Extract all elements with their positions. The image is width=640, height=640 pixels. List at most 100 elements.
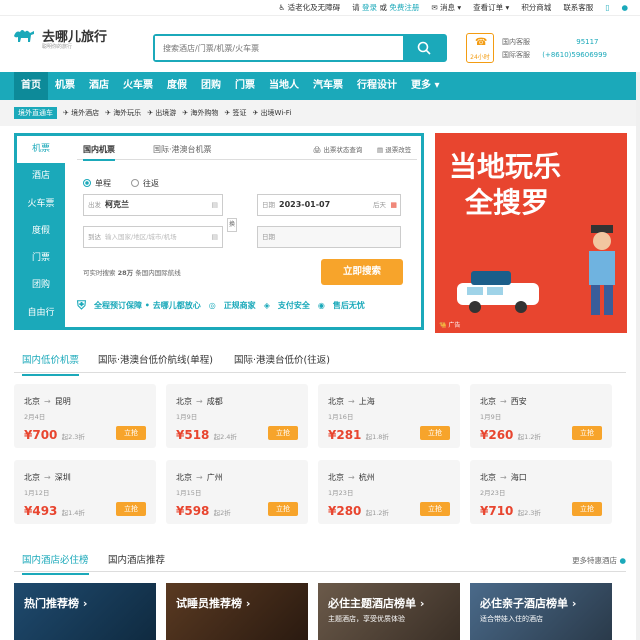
from-field[interactable]: 出发 柯克兰 ▤: [83, 194, 223, 216]
tab-intl-oneway[interactable]: 国际·港澳台低价航线(单程): [98, 352, 213, 366]
date-hint: 后天: [373, 201, 386, 209]
subnav-shopping[interactable]: ✈ 海外购物: [182, 108, 218, 118]
hotel-card[interactable]: 试睡员推荐榜 ›: [166, 583, 308, 640]
register-link[interactable]: 免费注册: [389, 3, 419, 12]
arrow-icon: →: [500, 473, 507, 482]
buy-button[interactable]: 立抢: [268, 426, 298, 440]
camel-icon: [14, 30, 34, 42]
side-tickets[interactable]: 门票: [17, 245, 65, 272]
to-field[interactable]: 到达 输入国家/地区/城市/机场 ▤: [83, 226, 223, 248]
subnav-overseas-play[interactable]: ✈ 海外玩乐: [105, 108, 141, 118]
date-field[interactable]: 日期 2023-01-07 后天 ▦: [257, 194, 401, 216]
status-query-link[interactable]: 🖨 出票状态查询: [313, 144, 362, 154]
search-input[interactable]: [155, 36, 403, 60]
contact-link[interactable]: 联系客服: [563, 2, 593, 13]
fare-card[interactable]: 北京 → 杭州 1月23日 ¥280 起1.2折 立抢: [318, 460, 460, 524]
buy-button[interactable]: 立抢: [420, 502, 450, 516]
oneway-radio[interactable]: 单程: [83, 178, 111, 189]
buy-button[interactable]: 立抢: [572, 502, 602, 516]
roundtrip-radio[interactable]: 往返: [131, 178, 159, 189]
more-hotels-link[interactable]: 更多特惠酒店 ●: [572, 555, 626, 566]
side-vacation[interactable]: 度假: [17, 218, 65, 245]
nav-flights[interactable]: 机票: [48, 72, 82, 100]
refund-link[interactable]: ▤ 退票改签: [377, 144, 411, 154]
subnav-wifi[interactable]: ✈ 出境Wi-Fi: [252, 108, 291, 118]
tab-hotel-recommend[interactable]: 国内酒店推荐: [108, 552, 165, 566]
side-trains[interactable]: 火车票: [17, 191, 65, 218]
nav-vacation[interactable]: 度假: [160, 72, 194, 100]
tab-intl-roundtrip[interactable]: 国际·港澳台低价(往返): [234, 352, 330, 366]
booking-side-menu: 机票 酒店 火车票 度假 门票 团购 自由行: [17, 136, 65, 327]
fare-card[interactable]: 北京 → 成都 1月9日 ¥518 起2.4折 立抢: [166, 384, 308, 448]
accessibility-link[interactable]: ♿ 适老化及无障碍: [279, 2, 341, 13]
nav-home[interactable]: 首页: [14, 72, 48, 100]
points-mall-link[interactable]: 积分商城: [521, 2, 551, 13]
nav-trains[interactable]: 火车票: [116, 72, 160, 100]
tab-hotel-mustlive[interactable]: 国内酒店必住榜: [22, 552, 89, 575]
city-picker-icon[interactable]: ▤: [211, 227, 218, 247]
route-count-hint: 可实时搜索 28万 条国内国际航线: [83, 269, 181, 277]
buy-button[interactable]: 立抢: [572, 426, 602, 440]
subnav-visa[interactable]: ✈ 签证: [224, 108, 246, 118]
nav-groupbuy[interactable]: 团购: [194, 72, 228, 100]
search-icon: [417, 41, 431, 55]
arrow-icon: →: [348, 397, 355, 406]
trip-type: 单程 往返: [83, 178, 159, 189]
auth-links: 请 登录 或 免费注册: [352, 3, 420, 12]
arrow-icon: →: [348, 473, 355, 482]
nav-locals[interactable]: 当地人: [262, 72, 306, 100]
ad-headline: 当地玩乐 全搜罗: [449, 150, 562, 219]
traveler-illustration: [589, 225, 615, 315]
login-link[interactable]: 登录: [362, 3, 377, 12]
fare-card[interactable]: 北京 → 西安 1月9日 ¥260 起1.2折 立抢: [470, 384, 612, 448]
intl-service: 国际客服 (+8610)59606999: [502, 51, 608, 59]
fare-card[interactable]: 北京 → 上海 1月16日 ¥281 起1.8折 立抢: [318, 384, 460, 448]
service-badge: ☎ 24小时: [466, 33, 494, 63]
buy-button[interactable]: 立抢: [116, 502, 146, 516]
mobile-icon[interactable]: ▯: [605, 3, 609, 12]
nav-bus[interactable]: 汽车票: [306, 72, 350, 100]
side-flights[interactable]: 机票: [17, 136, 65, 164]
tab-domestic-flights[interactable]: 国内机票: [83, 144, 115, 161]
swap-button[interactable]: 换: [227, 218, 237, 232]
buy-button[interactable]: 立抢: [420, 426, 450, 440]
guarantee-bar: ⛨ 全程预订保障 • 去哪儿都放心 ◎ 正规商家 ◈ 支付安全 ◉ 售后无忧: [77, 298, 365, 312]
orders-link[interactable]: 查看订单 ▾: [473, 2, 509, 13]
arrow-icon: →: [44, 397, 51, 406]
nav-tickets[interactable]: 门票: [228, 72, 262, 100]
hotel-card[interactable]: 必住亲子酒店榜单 › 适合带娃入住的酒店: [470, 583, 612, 640]
tab-intl-flights[interactable]: 国际·港澳台机票: [153, 144, 212, 155]
side-groupbuy[interactable]: 团购: [17, 272, 65, 299]
nav-hotels[interactable]: 酒店: [82, 72, 116, 100]
fare-card[interactable]: 北京 → 深圳 1月12日 ¥493 起1.4折 立抢: [14, 460, 156, 524]
fare-card[interactable]: 北京 → 广州 1月15日 ¥598 起2折 立抢: [166, 460, 308, 524]
chat-icon[interactable]: ●: [621, 3, 628, 12]
fare-card[interactable]: 北京 → 海口 2月23日 ¥710 起2.3折 立抢: [470, 460, 612, 524]
nav-more[interactable]: 更多 ▾: [404, 72, 447, 100]
flight-search-button[interactable]: 立即搜索: [321, 259, 403, 285]
verified-icon: ◎: [208, 301, 216, 310]
calendar-icon[interactable]: ▦: [390, 195, 397, 215]
buy-button[interactable]: 立抢: [268, 502, 298, 516]
tab-domestic-lowfare[interactable]: 国内低价机票: [22, 352, 80, 376]
page-scrollbar[interactable]: [636, 72, 640, 640]
arrow-right-icon: ●: [619, 556, 626, 565]
fare-card[interactable]: 北京 → 昆明 2月4日 ¥700 起2.3折 立抢: [14, 384, 156, 448]
customer-service: ☎ 24小时 国内客服 95117 国际客服 (+8610)59606999: [466, 33, 636, 63]
ad-banner[interactable]: 当地玩乐 全搜罗 🐫 广告: [435, 133, 627, 333]
messages-link[interactable]: ✉ 消息 ▾: [431, 2, 461, 13]
car-illustration: [457, 271, 539, 313]
flight-tabs: 国内机票 国际·港澳台机票 🖨 出票状态查询 ▤ 退票改签: [77, 140, 417, 161]
hotel-card[interactable]: 必住主题酒店榜单 › 主题酒店，享受优质体验: [318, 583, 460, 640]
search-button[interactable]: [403, 36, 445, 60]
city-picker-icon[interactable]: ▤: [211, 195, 218, 215]
subnav-overseas-hotel[interactable]: ✈ 境外酒店: [63, 108, 99, 118]
buy-button[interactable]: 立抢: [116, 426, 146, 440]
hotel-card[interactable]: 热门推荐榜 ›: [14, 583, 156, 640]
side-freetravel[interactable]: 自由行: [17, 300, 65, 327]
subnav-outbound[interactable]: ✈ 出境游: [147, 108, 176, 118]
sub-nav: 境外直通车 ✈ 境外酒店 ✈ 海外玩乐 ✈ 出境游 ✈ 海外购物 ✈ 签证 ✈ …: [0, 100, 640, 126]
logo[interactable]: 去哪儿旅行 聪明你的旅行: [12, 22, 112, 52]
nav-itinerary[interactable]: 行程设计: [350, 72, 404, 100]
side-hotels[interactable]: 酒店: [17, 163, 65, 190]
